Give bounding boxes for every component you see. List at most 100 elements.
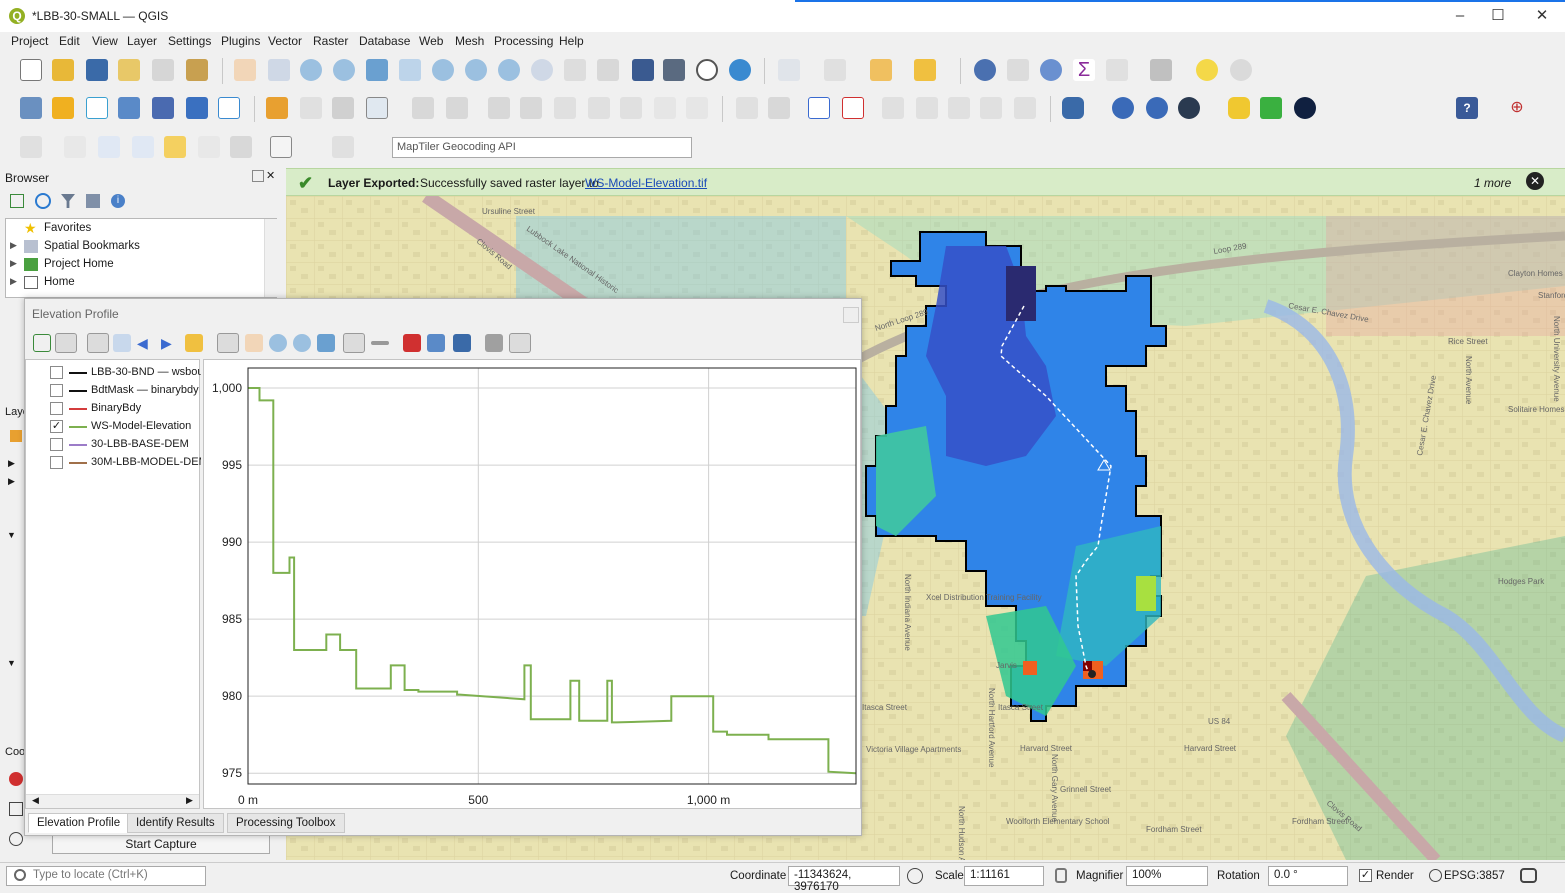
profile-layer-row[interactable]: 30M-LBB-MODEL-DEM: [50, 454, 201, 472]
pan-to-selection-icon[interactable]: [268, 59, 290, 81]
style-manager-icon[interactable]: [186, 59, 208, 81]
menu-web[interactable]: Web: [419, 34, 443, 48]
layer-checkbox[interactable]: [50, 402, 63, 415]
layer-style-icon[interactable]: [10, 430, 22, 442]
label-icon[interactable]: [736, 97, 758, 119]
add-raster-layer-icon[interactable]: [152, 97, 174, 119]
copy-features-icon[interactable]: [588, 97, 610, 119]
layer-checkbox[interactable]: [50, 366, 63, 379]
vertex-tool-icon[interactable]: [446, 97, 468, 119]
digitize-line-icon[interactable]: [366, 97, 388, 119]
render-checkbox[interactable]: ✓: [1359, 869, 1372, 882]
nudge-left-icon[interactable]: ◀: [137, 334, 155, 352]
add-wms-layer-icon[interactable]: [186, 97, 208, 119]
zoom-native-icon[interactable]: [465, 59, 487, 81]
point-text-annotation-icon[interactable]: [198, 136, 220, 158]
zoom-to-layer-icon[interactable]: [432, 59, 454, 81]
pan-tool-icon[interactable]: [245, 334, 263, 352]
lock-scale-icon[interactable]: [1055, 868, 1067, 883]
close-window-button[interactable]: ✕: [1532, 6, 1552, 26]
zoom-in-icon[interactable]: [300, 59, 322, 81]
rotate-label-icon[interactable]: [916, 97, 938, 119]
add-vector-layer-icon[interactable]: [86, 97, 108, 119]
edit-pencil-icon[interactable]: [266, 97, 288, 119]
close-profile-button[interactable]: [843, 307, 859, 323]
geocoder-input[interactable]: MapTiler Geocoding API: [392, 137, 692, 158]
layer-labeling-icon[interactable]: [768, 97, 790, 119]
tab-elevation-profile[interactable]: Elevation Profile: [28, 813, 130, 833]
browser-item-spatial-bookmarks[interactable]: Spatial Bookmarks: [44, 240, 140, 252]
expand-arrow-icon[interactable]: ▶: [10, 258, 17, 269]
marker-annotation-icon[interactable]: [164, 136, 186, 158]
scroll-left-icon[interactable]: ◀: [32, 795, 39, 806]
clear-profile-icon[interactable]: [185, 334, 203, 352]
layer-checkbox[interactable]: [50, 438, 63, 451]
scroll-right-icon[interactable]: ▶: [186, 795, 193, 806]
menu-settings[interactable]: Settings: [168, 34, 211, 48]
new-map-view-icon[interactable]: [564, 59, 586, 81]
redo-icon[interactable]: [686, 97, 708, 119]
delete-selected-icon[interactable]: [520, 97, 542, 119]
zoom-last-icon[interactable]: [498, 59, 520, 81]
crosshair-icon[interactable]: ⊕: [1506, 97, 1528, 119]
move-label-icon[interactable]: [882, 97, 904, 119]
select-annotation-icon[interactable]: [64, 136, 86, 158]
menu-edit[interactable]: Edit: [59, 34, 80, 48]
browser-item-favorites[interactable]: Favorites: [44, 222, 91, 234]
profile-layer-row[interactable]: 30-LBB-BASE-DEM: [50, 436, 200, 454]
polygon-annotation-icon[interactable]: [132, 136, 154, 158]
expand-arrow-icon[interactable]: ▶: [10, 240, 17, 251]
show-hide-labels-icon[interactable]: [842, 97, 864, 119]
refresh-browser-icon[interactable]: [35, 193, 51, 209]
paste-features-icon[interactable]: [620, 97, 642, 119]
browser-item-project-home[interactable]: Project Home: [44, 258, 114, 270]
text-annotation-icon[interactable]: [20, 136, 42, 158]
temporal-controller-icon[interactable]: [696, 59, 718, 81]
unpin-labels-icon[interactable]: [1014, 97, 1036, 119]
export-data-icon[interactable]: [453, 334, 471, 352]
toggle-editing-icon[interactable]: [300, 97, 322, 119]
snap-icon[interactable]: [343, 333, 365, 353]
profile-layer-row[interactable]: BinaryBdy: [50, 400, 200, 418]
profile-plot[interactable]: 1,000 995 990 985 980 975 0 m 500 1,000 m: [203, 359, 861, 809]
cut-features-icon[interactable]: [554, 97, 576, 119]
select-features-icon[interactable]: [778, 59, 800, 81]
nudge-right-icon[interactable]: ▶: [161, 334, 179, 352]
profile-layer-row[interactable]: LBB-30-BND — wsboun: [50, 364, 201, 382]
capture-from-feature-icon[interactable]: [113, 334, 131, 352]
export-pdf-icon[interactable]: [403, 334, 421, 352]
zoom-icon[interactable]: [293, 334, 311, 352]
filter-browser-icon[interactable]: [61, 194, 75, 208]
data-source-manager-icon[interactable]: [20, 97, 42, 119]
line-text-annotation-icon[interactable]: [230, 136, 252, 158]
profile-layer-row[interactable]: BdtMask — binarybdy: [50, 382, 200, 400]
add-feature-icon[interactable]: [412, 97, 434, 119]
maximize-button[interactable]: ☐: [1488, 6, 1508, 26]
info-icon[interactable]: i: [111, 194, 125, 208]
measure-line-icon[interactable]: [1150, 59, 1172, 81]
capture-pick-icon[interactable]: [9, 772, 23, 786]
zoom-next-icon[interactable]: [531, 59, 553, 81]
deselect-features-icon[interactable]: [870, 59, 892, 81]
field-calculator-icon[interactable]: [1007, 59, 1029, 81]
new-shapefile-icon[interactable]: [218, 97, 240, 119]
zoom-x-icon[interactable]: [269, 334, 287, 352]
map-tips-icon[interactable]: [1196, 59, 1218, 81]
rotation-spinbox[interactable]: 0.0 °: [1268, 866, 1348, 886]
select-by-location-icon[interactable]: [914, 59, 936, 81]
exported-file-link[interactable]: WS-Model-Elevation.tif: [585, 176, 707, 190]
tab-identify-results[interactable]: Identify Results: [127, 813, 224, 833]
search-web-icon[interactable]: [1146, 97, 1168, 119]
crs-label[interactable]: EPSG:3857: [1444, 870, 1505, 882]
new-print-layout-icon[interactable]: [118, 59, 140, 81]
line-tool-icon[interactable]: [371, 341, 389, 345]
menu-layer[interactable]: Layer: [127, 34, 157, 48]
tab-processing-toolbox[interactable]: Processing Toolbox: [227, 813, 345, 833]
add-delimited-text-icon[interactable]: [118, 97, 140, 119]
browser-scrollbar[interactable]: [264, 219, 277, 297]
globe-binoculars-icon[interactable]: [1178, 97, 1200, 119]
database-icon[interactable]: [1062, 97, 1084, 119]
expand-arrow-icon[interactable]: ▶: [10, 276, 17, 287]
layer-checkbox[interactable]: [50, 456, 63, 469]
expand-arrow-icon[interactable]: ▶: [8, 476, 15, 487]
